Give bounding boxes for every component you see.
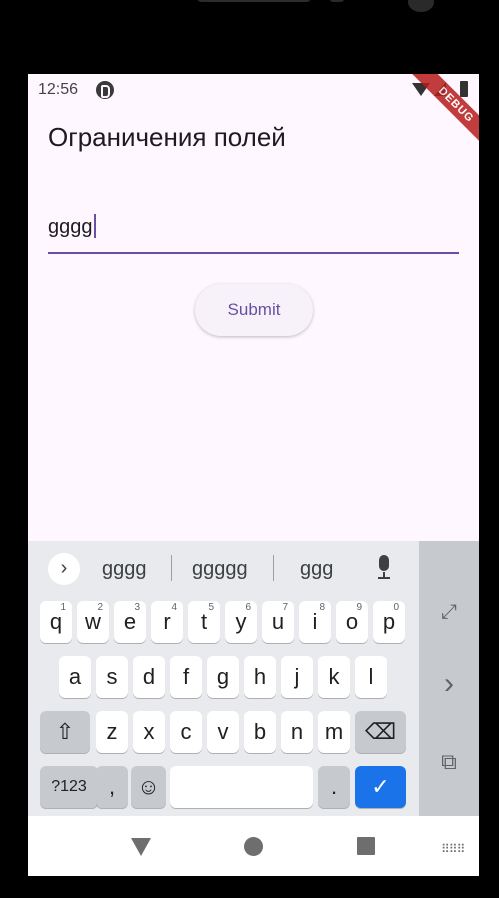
home-icon[interactable]: [244, 837, 263, 856]
key-i[interactable]: i8: [299, 601, 331, 643]
done-key[interactable]: ✓: [355, 766, 406, 808]
status-bar: 12:56: [28, 74, 479, 106]
key-r[interactable]: r4: [151, 601, 183, 643]
emoji-key[interactable]: ☺: [131, 766, 166, 808]
key-z[interactable]: z: [96, 711, 128, 753]
key-v[interactable]: v: [207, 711, 239, 753]
submit-button[interactable]: Submit: [195, 284, 313, 336]
suggestion-1[interactable]: gggg: [102, 558, 147, 581]
key-u-hint: 7: [282, 602, 288, 613]
key-p-hint: 0: [393, 602, 399, 613]
key-w-hint: 2: [97, 602, 103, 613]
key-g-label: g: [216, 664, 230, 689]
key-r-label: r: [163, 609, 171, 634]
key-p[interactable]: p0: [373, 601, 405, 643]
mic-base: [378, 577, 390, 579]
sensor: [330, 0, 344, 2]
key-m-label: m: [324, 719, 344, 744]
system-nav-bar: ⠿⠿⠿: [28, 816, 479, 876]
key-d[interactable]: d: [133, 656, 165, 698]
suggestion-bar: › gggg ggggg ggg: [28, 541, 419, 597]
text-input-field[interactable]: gggg: [48, 200, 459, 254]
suggestion-divider: [171, 555, 172, 581]
key-e-hint: 3: [134, 602, 140, 613]
floating-keyboard-icon[interactable]: ⧉: [419, 749, 479, 775]
key-u[interactable]: u7: [262, 601, 294, 643]
key-c-label: c: [180, 719, 192, 744]
keyboard-switch-icon[interactable]: ⠿⠿⠿: [441, 842, 465, 856]
keyboard-side-panel: ⤢ › ⧉: [419, 541, 479, 816]
key-j-label: j: [294, 664, 300, 689]
notification-app-icon: [96, 81, 114, 99]
key-g[interactable]: g: [207, 656, 239, 698]
space-key[interactable]: [170, 766, 313, 808]
key-t-hint: 5: [208, 602, 214, 613]
key-t[interactable]: t5: [188, 601, 220, 643]
chevron-right-icon[interactable]: ›: [419, 667, 479, 701]
key-m[interactable]: m: [318, 711, 350, 753]
text-caret: [93, 214, 96, 238]
key-f-label: f: [182, 664, 190, 689]
key-t-label: t: [200, 609, 208, 634]
suggestion-divider: [273, 555, 274, 581]
comma-key[interactable]: ,: [96, 766, 128, 808]
soft-keyboard: › gggg ggggg ggg ?123 , ☺ . ✓ ⇧ ⌫ q1w2e3…: [28, 541, 479, 816]
key-r-hint: 4: [171, 602, 177, 613]
suggestion-3[interactable]: ggg: [300, 558, 333, 581]
key-i-hint: 8: [319, 602, 325, 613]
key-q-hint: 1: [60, 602, 66, 613]
key-x-label: x: [143, 719, 155, 744]
field-value-text: gggg: [48, 216, 93, 238]
key-z-label: z: [106, 719, 118, 744]
key-q[interactable]: q1: [40, 601, 72, 643]
status-time: 12:56: [38, 81, 79, 98]
mic-head: [379, 555, 389, 571]
key-s-label: s: [106, 664, 118, 689]
key-l-label: l: [368, 664, 374, 689]
expand-icon[interactable]: ⤢: [419, 601, 479, 624]
key-o-hint: 9: [356, 602, 362, 613]
key-n[interactable]: n: [281, 711, 313, 753]
page-title: Ограничения полей: [48, 122, 286, 152]
microphone-icon[interactable]: [376, 555, 392, 581]
battery-icon: [460, 81, 468, 97]
chevron-right-icon[interactable]: ›: [48, 553, 80, 585]
key-v-label: v: [217, 719, 229, 744]
key-j[interactable]: j: [281, 656, 313, 698]
text-field-value[interactable]: gggg: [48, 214, 96, 239]
recents-icon[interactable]: [357, 837, 375, 855]
shift-key[interactable]: ⇧: [40, 711, 90, 753]
speaker-grille: [196, 0, 312, 2]
key-y-hint: 6: [245, 602, 251, 613]
backspace-key[interactable]: ⌫: [355, 711, 406, 753]
key-o[interactable]: o9: [336, 601, 368, 643]
key-x[interactable]: x: [133, 711, 165, 753]
key-c[interactable]: c: [170, 711, 202, 753]
key-s[interactable]: s: [96, 656, 128, 698]
key-f[interactable]: f: [170, 656, 202, 698]
back-icon[interactable]: [131, 838, 151, 856]
key-d-label: d: [142, 664, 156, 689]
key-n-label: n: [290, 719, 304, 744]
key-a[interactable]: a: [59, 656, 91, 698]
key-l[interactable]: l: [355, 656, 387, 698]
suggestion-2[interactable]: ggggg: [192, 558, 248, 581]
symbols-key[interactable]: ?123: [40, 766, 98, 808]
key-k-label: k: [328, 664, 340, 689]
device-screen: 12:56 DEBUG Ограничения полей gggg Submi…: [28, 74, 479, 876]
key-b-label: b: [253, 719, 267, 744]
key-h[interactable]: h: [244, 656, 276, 698]
front-camera: [408, 0, 434, 12]
key-h-label: h: [253, 664, 267, 689]
period-key[interactable]: .: [318, 766, 350, 808]
key-i-label: i: [312, 609, 318, 634]
key-a-label: a: [68, 664, 82, 689]
key-y[interactable]: y6: [225, 601, 257, 643]
key-e[interactable]: e3: [114, 601, 146, 643]
key-w[interactable]: w2: [77, 601, 109, 643]
key-b[interactable]: b: [244, 711, 276, 753]
key-k[interactable]: k: [318, 656, 350, 698]
